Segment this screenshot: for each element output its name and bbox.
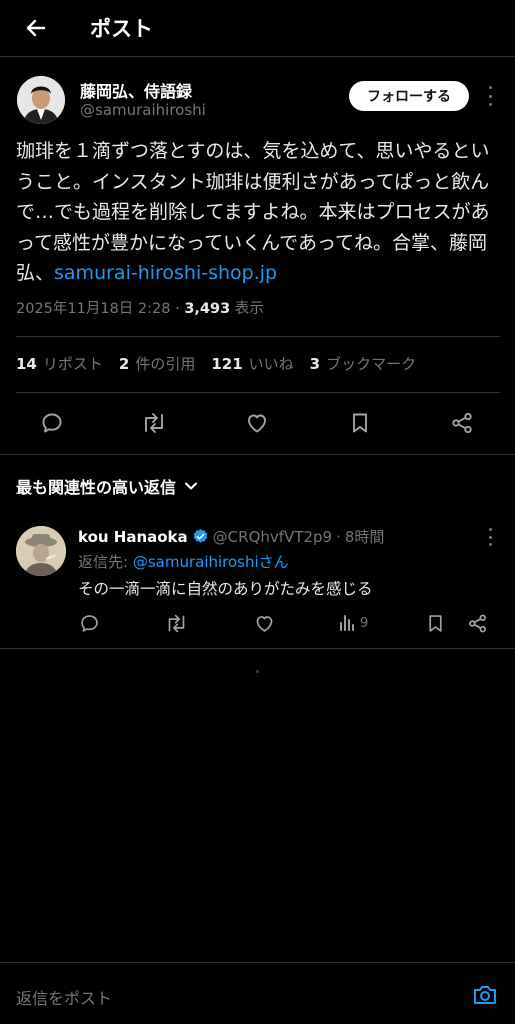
more-icon[interactable] [484, 86, 496, 106]
divider [16, 392, 500, 393]
view-label: 表示 [234, 301, 264, 317]
share-button[interactable] [445, 406, 479, 440]
reply-reply-button[interactable] [79, 611, 100, 635]
post-meta: 2025年11月18日 2:28 · 3,493 表示 [16, 301, 264, 317]
quotes-count: 2 [118, 355, 130, 373]
reply-to-handle[interactable]: @samuraihiroshiさん [133, 553, 289, 571]
loading-indicator [256, 670, 259, 673]
reply-repost-button[interactable] [165, 611, 188, 635]
camera-button[interactable] [470, 980, 500, 1010]
divider [16, 336, 500, 337]
reposts-count: 14 [16, 355, 37, 373]
reposts-label: リポスト [42, 355, 103, 373]
quotes-stat[interactable]: 2 件の引用 [119, 353, 195, 374]
like-icon [248, 414, 266, 433]
reply-button[interactable] [35, 406, 69, 440]
verified-icon [193, 529, 208, 543]
bookmark-icon [353, 413, 367, 433]
bookmark-icon [429, 614, 442, 632]
author-name[interactable]: 藤岡弘、侍語録 [80, 78, 192, 102]
divider [0, 454, 515, 455]
share-icon [452, 412, 472, 434]
reply-to-line: 返信先: @samuraihiroshiさん [78, 551, 289, 572]
page-title: ポスト [90, 17, 153, 41]
author-handle[interactable]: @samuraihiroshi [80, 101, 206, 119]
likes-label: いいね [248, 355, 294, 373]
reply-header: kou Hanaoka @CRQhvfVT2p9 · 8時間 [78, 526, 384, 547]
divider [0, 648, 515, 649]
back-arrow-icon [26, 19, 46, 37]
quotes-label: 件の引用 [135, 355, 196, 373]
repost-icon [168, 614, 185, 632]
reply-like-button[interactable] [254, 611, 275, 635]
camera-icon [474, 986, 496, 1004]
chevron-down-icon [185, 482, 198, 490]
like-button[interactable] [240, 406, 274, 440]
post-text: 珈琲を１滴ずつ落とすのは、気を込めて、思いやるということ。インスタント珈琲は便利… [16, 136, 502, 289]
bookmark-button[interactable] [343, 406, 377, 440]
reply-text: その一滴一滴に自然のありがたみを感じる [78, 580, 373, 598]
reply-composer-input[interactable]: 返信をポスト [16, 985, 112, 1009]
reply-view-count: 9 [360, 615, 369, 631]
bookmarks-stat[interactable]: 3 ブックマーク [310, 353, 416, 374]
follow-button[interactable]: フォローする [349, 81, 469, 111]
view-count: 3,493 [184, 301, 231, 317]
likes-count: 121 [211, 355, 243, 373]
reply-sort-selector[interactable]: 最も関連性の高い返信 [16, 474, 198, 498]
likes-stat[interactable]: 121 いいね [211, 353, 293, 374]
views-icon [340, 615, 354, 631]
author-avatar[interactable] [17, 76, 65, 124]
top-bar [0, 0, 515, 57]
share-icon [469, 614, 486, 632]
reply-time[interactable]: 8時間 [345, 526, 385, 547]
sort-label: 最も関連性の高い返信 [16, 478, 177, 497]
reply-views-button[interactable]: 9 [339, 611, 368, 635]
reply-icon [81, 614, 98, 632]
bookmarks-count: 3 [309, 355, 321, 373]
post-link[interactable]: samurai-hiroshi-shop.jp [54, 262, 277, 284]
reply-share-button[interactable] [467, 611, 488, 635]
like-icon [256, 615, 273, 632]
reply-to-prefix: 返信先: [78, 553, 133, 571]
back-button[interactable] [20, 12, 52, 44]
repost-button[interactable] [137, 406, 171, 440]
post-timestamp[interactable]: 2025年11月18日 2:28 [16, 301, 170, 317]
reply-author-name[interactable]: kou Hanaoka [78, 528, 188, 546]
bookmarks-label: ブックマーク [326, 355, 417, 373]
reply-bookmark-button[interactable] [425, 611, 446, 635]
divider [0, 962, 515, 963]
engagement-stats: 14 リポスト 2 件の引用 121 いいね 3 ブックマーク [16, 353, 416, 374]
reply-icon [42, 413, 62, 433]
reply-avatar[interactable] [16, 526, 66, 576]
reposts-stat[interactable]: 14 リポスト [16, 353, 103, 374]
reply-author-handle[interactable]: @CRQhvfVT2p9 [213, 528, 332, 546]
separator-dot: · [336, 527, 341, 546]
reply-more-icon[interactable] [485, 528, 495, 546]
repost-icon [145, 413, 163, 433]
